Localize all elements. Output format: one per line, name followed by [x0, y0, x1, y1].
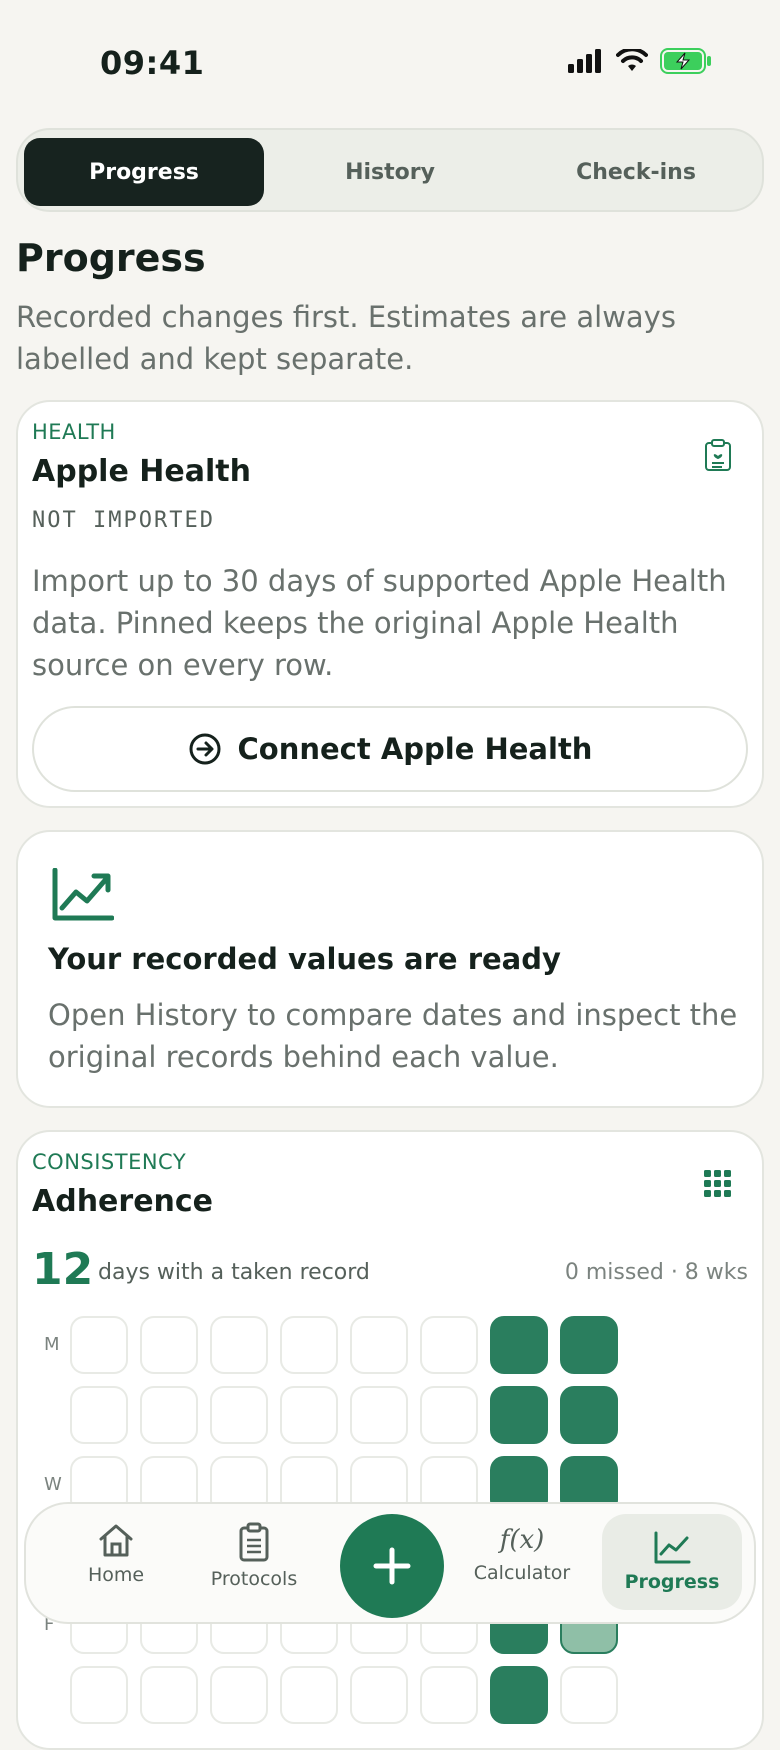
chart-line-icon — [654, 1531, 691, 1564]
tab-bar-calculator-label: Calculator — [473, 1562, 571, 1584]
adherence-cell[interactable] — [70, 1666, 128, 1724]
consistency-eyebrow: CONSISTENCY — [32, 1150, 187, 1174]
health-import-status: NOT IMPORTED — [32, 508, 215, 533]
svg-text:ƒ(x): ƒ(x) — [498, 1525, 544, 1555]
bottom-tab-bar: Home Protocols ƒ(x) Calculator Progress — [24, 1502, 756, 1624]
tab-check-ins[interactable]: Check-ins — [516, 138, 756, 206]
tab-bar-home-label: Home — [87, 1564, 145, 1586]
health-eyebrow: HEALTH — [32, 420, 116, 444]
segmented-control: Progress History Check-ins — [16, 128, 764, 212]
cellular-signal-icon — [568, 49, 601, 73]
adherence-cell[interactable] — [420, 1666, 478, 1724]
wifi-icon — [616, 49, 648, 71]
status-icons — [568, 48, 712, 74]
adherence-cell[interactable] — [70, 1316, 128, 1374]
adherence-meta: 0 missed · 8 wks — [564, 1260, 748, 1285]
clipboard-list-icon — [239, 1522, 269, 1562]
tab-progress[interactable]: Progress — [24, 138, 264, 206]
adherence-cell[interactable] — [350, 1316, 408, 1374]
status-bar: 09:41 — [0, 0, 780, 120]
tab-bar-home[interactable]: Home — [56, 1522, 176, 1610]
recorded-values-card: Your recorded values are ready Open Hist… — [16, 830, 764, 1108]
health-card-body: Import up to 30 days of supported Apple … — [32, 564, 727, 682]
adherence-cell[interactable] — [490, 1666, 548, 1724]
adherence-title: Adherence — [32, 1184, 214, 1219]
adherence-cell[interactable] — [280, 1316, 338, 1374]
tab-bar-progress-label: Progress — [624, 1571, 720, 1593]
tab-bar-calculator[interactable]: ƒ(x) Calculator — [462, 1522, 582, 1610]
day-label: W — [44, 1474, 62, 1495]
day-label: M — [44, 1334, 60, 1355]
adherence-cell[interactable] — [210, 1666, 268, 1724]
adherence-cell[interactable] — [560, 1386, 618, 1444]
function-icon: ƒ(x) — [498, 1525, 544, 1555]
adherence-count: 12 — [32, 1244, 94, 1295]
apple-health-card: HEALTH Apple Health NOT IMPORTED Import … — [16, 400, 764, 808]
adherence-cell[interactable] — [490, 1386, 548, 1444]
add-button[interactable] — [340, 1514, 444, 1618]
page-title: Progress — [16, 236, 206, 280]
health-card-title: Apple Health — [32, 454, 251, 489]
adherence-cell[interactable] — [140, 1316, 198, 1374]
battery-charging-icon — [660, 48, 711, 74]
status-time: 09:41 — [100, 44, 205, 82]
adherence-cell[interactable] — [280, 1386, 338, 1444]
adherence-card: CONSISTENCY Adherence 12 days with a tak… — [16, 1130, 764, 1750]
tab-history[interactable]: History — [270, 138, 510, 206]
adherence-cell[interactable] — [210, 1316, 268, 1374]
adherence-cell[interactable] — [560, 1666, 618, 1724]
adherence-caption: days with a taken record — [98, 1260, 370, 1285]
tab-bar-protocols[interactable]: Protocols — [194, 1522, 314, 1610]
adherence-cell[interactable] — [280, 1666, 338, 1724]
adherence-cell[interactable] — [210, 1386, 268, 1444]
home-icon — [99, 1524, 133, 1557]
adherence-cell[interactable] — [140, 1386, 198, 1444]
adherence-cell[interactable] — [70, 1386, 128, 1444]
page-subtitle: Recorded changes first. Estimates are al… — [16, 300, 676, 376]
grid-icon[interactable] — [704, 1170, 732, 1198]
adherence-cell[interactable] — [490, 1316, 548, 1374]
connect-button-label: Connect Apple Health — [237, 732, 593, 766]
ready-card-title: Your recorded values are ready — [48, 942, 561, 976]
arrow-circle-right-icon — [189, 733, 221, 765]
adherence-cell[interactable] — [560, 1316, 618, 1374]
trend-chart-icon — [52, 868, 114, 921]
adherence-cell[interactable] — [350, 1386, 408, 1444]
tab-bar-protocols-label: Protocols — [210, 1568, 298, 1590]
connect-apple-health-button[interactable]: Connect Apple Health — [32, 706, 748, 792]
ready-card-body: Open History to compare dates and inspec… — [48, 998, 738, 1074]
adherence-cell[interactable] — [140, 1666, 198, 1724]
tab-bar-progress[interactable]: Progress — [602, 1514, 742, 1610]
clipboard-heart-icon — [705, 439, 731, 471]
adherence-cell[interactable] — [420, 1316, 478, 1374]
adherence-cell[interactable] — [350, 1666, 408, 1724]
adherence-cell[interactable] — [420, 1386, 478, 1444]
plus-icon — [373, 1547, 411, 1585]
